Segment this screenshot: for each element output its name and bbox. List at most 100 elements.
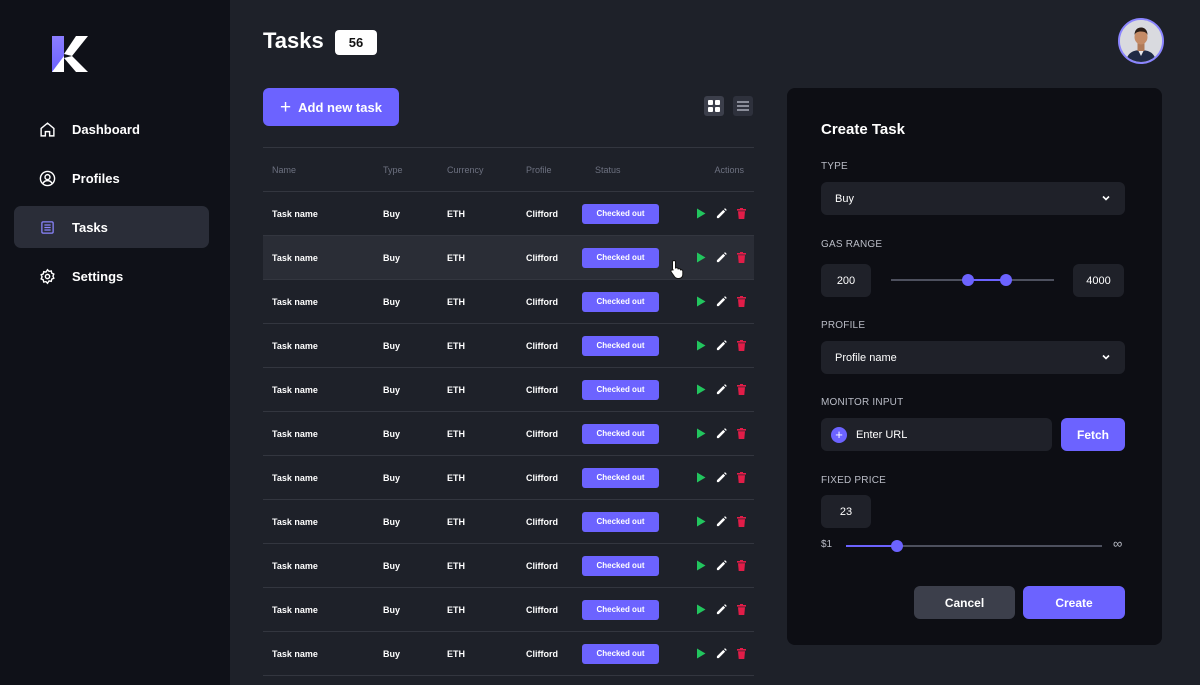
gas-min-field[interactable]: 200 (821, 264, 871, 297)
task-name-cell: Task name (272, 560, 318, 571)
delete-icon[interactable] (735, 560, 747, 572)
edit-icon[interactable] (715, 428, 727, 440)
status-badge: Checked out (582, 467, 659, 488)
edit-icon[interactable] (715, 296, 727, 308)
task-status-cell: Checked out (582, 456, 659, 499)
table-row[interactable]: Task name Buy ETH Clifford Checked out (263, 280, 754, 324)
task-currency-cell: ETH (447, 604, 465, 615)
table-row[interactable]: Task name Buy ETH Clifford Checked out (263, 456, 754, 500)
monitor-url-input[interactable]: + Enter URL (821, 418, 1052, 451)
column-header-currency[interactable]: Currency (447, 148, 484, 191)
type-select[interactable]: Buy (821, 182, 1125, 215)
row-actions (695, 280, 747, 323)
play-icon[interactable] (695, 560, 707, 572)
delete-icon[interactable] (735, 296, 747, 308)
play-icon[interactable] (695, 252, 707, 264)
column-header-status[interactable]: Status (595, 148, 621, 191)
table-row[interactable]: Task name Buy ETH Clifford Checked out (263, 368, 754, 412)
play-icon[interactable] (695, 604, 707, 616)
play-icon[interactable] (695, 340, 707, 352)
gas-max-thumb[interactable] (1000, 274, 1012, 286)
row-actions (695, 324, 747, 367)
list-view-toggle[interactable] (733, 96, 753, 116)
edit-icon[interactable] (715, 252, 727, 264)
task-profile-cell: Clifford (526, 648, 558, 659)
task-status-cell: Checked out (582, 544, 659, 587)
grid-icon (708, 100, 720, 112)
table-row[interactable]: Task name Buy ETH Clifford Checked out (263, 588, 754, 632)
fixed-price-thumb[interactable] (891, 540, 903, 552)
row-actions (695, 368, 747, 411)
grid-view-toggle[interactable] (704, 96, 724, 116)
gas-min-thumb[interactable] (962, 274, 974, 286)
status-badge: Checked out (582, 379, 659, 400)
play-icon[interactable] (695, 472, 707, 484)
delete-icon[interactable] (735, 340, 747, 352)
sidebar-item-label: Profiles (72, 170, 120, 186)
sidebar-item-dashboard[interactable]: Dashboard (14, 108, 209, 150)
table-row[interactable]: Task name Buy ETH Clifford Checked out (263, 324, 754, 368)
table-row[interactable]: Task name Buy ETH Clifford Checked out (263, 544, 754, 588)
play-icon[interactable] (695, 648, 707, 660)
edit-icon[interactable] (715, 560, 727, 572)
delete-icon[interactable] (735, 604, 747, 616)
fetch-button[interactable]: Fetch (1061, 418, 1125, 451)
table-row[interactable]: Task name Buy ETH Clifford Checked out (263, 192, 754, 236)
delete-icon[interactable] (735, 428, 747, 440)
edit-icon[interactable] (715, 648, 727, 660)
sidebar-item-label: Tasks (72, 219, 108, 235)
page-title: Tasks (263, 28, 324, 53)
sidebar-item-settings[interactable]: Settings (14, 255, 209, 297)
play-icon[interactable] (695, 296, 707, 308)
task-status-cell: Checked out (582, 236, 659, 279)
row-actions (695, 236, 747, 279)
column-header-profile[interactable]: Profile (526, 148, 552, 191)
edit-icon[interactable] (715, 516, 727, 528)
table-row[interactable]: Task name Buy ETH Clifford Checked out (263, 412, 754, 456)
sidebar-item-profiles[interactable]: Profiles (14, 157, 209, 199)
status-badge: Checked out (582, 555, 659, 576)
table-row[interactable]: Task name Buy ETH Clifford Checked out (263, 632, 754, 676)
edit-icon[interactable] (715, 472, 727, 484)
task-name-cell: Task name (272, 604, 318, 615)
delete-icon[interactable] (735, 516, 747, 528)
column-header-actions: Actions (714, 164, 744, 175)
play-icon[interactable] (695, 428, 707, 440)
task-type-cell: Buy (383, 516, 401, 527)
chevron-down-icon (1102, 195, 1110, 201)
table-row[interactable]: Task name Buy ETH Clifford Checked out (263, 500, 754, 544)
cancel-button[interactable]: Cancel (914, 586, 1015, 619)
delete-icon[interactable] (735, 384, 747, 396)
column-header-type[interactable]: Type (383, 148, 403, 191)
task-profile-cell: Clifford (526, 604, 558, 615)
avatar[interactable] (1118, 18, 1164, 64)
delete-icon[interactable] (735, 472, 747, 484)
play-icon[interactable] (695, 516, 707, 528)
edit-icon[interactable] (715, 384, 727, 396)
task-profile-cell: Clifford (526, 384, 558, 395)
play-icon[interactable] (695, 384, 707, 396)
price-min-label: $1 (821, 539, 833, 550)
play-icon[interactable] (695, 208, 707, 220)
status-badge: Checked out (582, 247, 659, 268)
add-new-task-button[interactable]: + Add new task (263, 88, 399, 126)
status-badge: Checked out (582, 511, 659, 532)
edit-icon[interactable] (715, 208, 727, 220)
profile-select[interactable]: Profile name (821, 341, 1125, 374)
add-circle-icon[interactable]: + (831, 426, 847, 443)
task-type-cell: Buy (383, 472, 401, 483)
app-logo[interactable] (50, 36, 88, 72)
edit-icon[interactable] (715, 604, 727, 616)
delete-icon[interactable] (735, 648, 747, 660)
delete-icon[interactable] (735, 252, 747, 264)
column-header-name[interactable]: Name (272, 148, 296, 191)
create-button[interactable]: Create (1023, 586, 1125, 619)
task-type-cell: Buy (383, 604, 401, 615)
delete-icon[interactable] (735, 208, 747, 220)
edit-icon[interactable] (715, 340, 727, 352)
gas-max-field[interactable]: 4000 (1073, 264, 1124, 297)
sidebar-item-tasks[interactable]: Tasks (14, 206, 209, 248)
task-currency-cell: ETH (447, 340, 465, 351)
task-status-cell: Checked out (582, 500, 659, 543)
fixed-price-field[interactable]: 23 (821, 495, 871, 528)
